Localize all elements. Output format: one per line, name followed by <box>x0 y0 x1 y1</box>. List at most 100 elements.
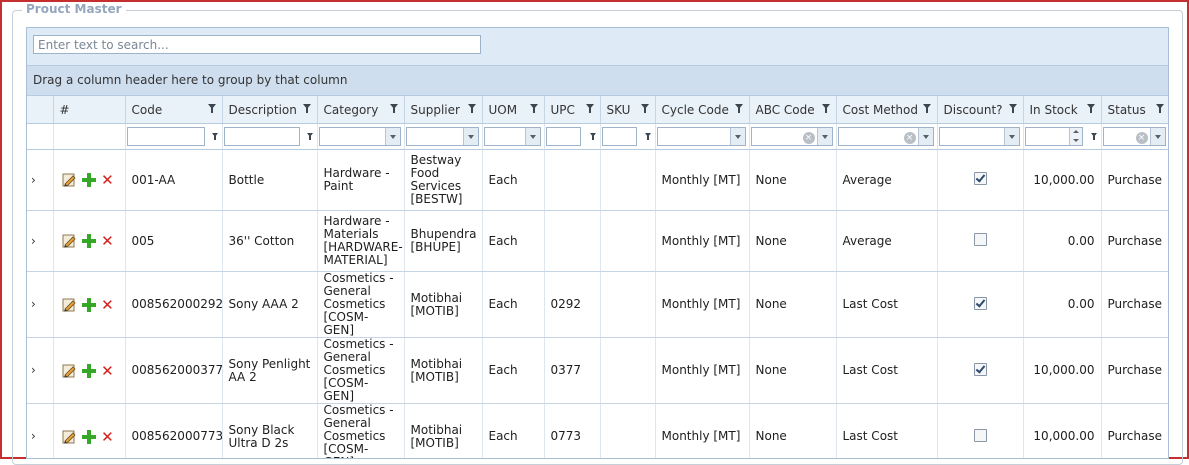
filter-icon[interactable] <box>1090 133 1097 140</box>
delete-x-icon[interactable]: ✕ <box>101 363 115 378</box>
filter-icon[interactable] <box>589 133 596 140</box>
abc-code-filter-dropdown[interactable]: × <box>750 127 833 146</box>
table-row[interactable]: › ✕ 008562000292 Sony AAA 2 Cosmetics - … <box>27 271 1168 338</box>
supplier-filter-dropdown[interactable] <box>405 127 479 146</box>
pencil-edit-icon[interactable] <box>62 364 76 378</box>
in-stock-filter-input[interactable] <box>1024 127 1083 146</box>
discount-checkbox[interactable] <box>973 362 987 376</box>
status-filter-dropdown[interactable]: × <box>1102 127 1166 146</box>
filter-icon[interactable] <box>640 104 649 113</box>
col-header-discount[interactable]: Discount? <box>937 96 1024 124</box>
table-row[interactable]: › ✕ 008562000773 Sony Black Ultra D 2s C… <box>27 403 1168 458</box>
table-row[interactable]: › ✕ 005 36'' Cotton Hardware - Materials… <box>27 210 1168 272</box>
plus-icon[interactable] <box>81 429 97 445</box>
filter-icon[interactable] <box>211 133 218 140</box>
expand-row-button[interactable]: › <box>27 403 54 458</box>
cell-upc: 0292 <box>544 271 601 338</box>
cell-upc: 0377 <box>544 337 601 404</box>
cell-abc-code: None <box>749 149 837 211</box>
clear-icon[interactable]: × <box>1135 132 1148 144</box>
cell-cycle-code: Monthly [MT] <box>655 271 750 338</box>
pencil-edit-icon[interactable] <box>62 430 76 444</box>
cell-cost-method: Last Cost <box>836 337 938 404</box>
upc-filter-input[interactable] <box>545 127 581 146</box>
col-header-description[interactable]: Description <box>222 96 318 124</box>
filter-icon[interactable] <box>821 104 830 113</box>
pencil-edit-icon[interactable] <box>62 173 76 187</box>
clear-icon[interactable]: × <box>802 132 815 144</box>
col-header-cycle-code[interactable]: Cycle Code <box>655 96 750 124</box>
cell-code: 005 <box>125 210 223 272</box>
filter-icon[interactable] <box>306 133 313 140</box>
filter-icon[interactable] <box>1086 104 1095 113</box>
expand-row-button[interactable]: › <box>27 337 54 404</box>
filter-icon[interactable] <box>467 104 476 113</box>
col-header-abc-code[interactable]: ABC Code <box>749 96 837 124</box>
filter-icon[interactable] <box>585 104 594 113</box>
col-header-supplier[interactable]: Supplier <box>404 96 483 124</box>
cycle-code-filter-dropdown[interactable] <box>656 127 746 146</box>
col-header-in-stock[interactable]: In Stock <box>1023 96 1102 124</box>
panel-title: Prouct Master <box>22 2 126 16</box>
uom-filter-dropdown[interactable] <box>483 127 541 146</box>
col-header-status[interactable]: Status <box>1101 96 1168 124</box>
cost-method-filter-dropdown[interactable]: × <box>837 127 934 146</box>
filter-icon[interactable] <box>207 104 216 113</box>
filter-icon[interactable] <box>644 133 651 140</box>
chevron-right-icon[interactable]: › <box>31 429 36 443</box>
col-header-number[interactable]: # <box>53 96 126 124</box>
filter-icon[interactable] <box>734 104 743 113</box>
group-by-panel[interactable]: Drag a column header here to group by th… <box>27 66 1168 96</box>
code-filter-input[interactable] <box>126 127 205 146</box>
filter-icon[interactable] <box>389 104 398 113</box>
pencil-edit-icon[interactable] <box>62 298 76 312</box>
filter-icon[interactable] <box>302 104 311 113</box>
plus-icon[interactable] <box>81 297 97 313</box>
col-header-uom[interactable]: UOM <box>482 96 545 124</box>
col-header-category[interactable]: Category <box>317 96 405 124</box>
filter-icon[interactable] <box>1008 104 1017 113</box>
delete-x-icon[interactable]: ✕ <box>101 173 115 188</box>
col-header-sku[interactable]: SKU <box>600 96 656 124</box>
discount-filter-dropdown[interactable] <box>938 127 1020 146</box>
plus-icon[interactable] <box>81 363 97 379</box>
pencil-edit-icon[interactable] <box>62 234 76 248</box>
filter-icon[interactable] <box>1155 104 1164 113</box>
filter-icon[interactable] <box>922 104 931 113</box>
chevron-right-icon[interactable]: › <box>31 173 36 187</box>
discount-checkbox[interactable] <box>973 296 987 310</box>
table-row[interactable]: › ✕ 001-AA Bottle Hardware - Paint Bestw… <box>27 149 1168 211</box>
table-row[interactable]: › ✕ 008562000377 Sony Penlight AA 2 Cosm… <box>27 337 1168 404</box>
discount-checkbox[interactable] <box>973 172 987 185</box>
chevron-right-icon[interactable]: › <box>31 297 36 311</box>
cell-discount <box>937 403 1024 458</box>
col-header-cost-method[interactable]: Cost Method <box>836 96 938 124</box>
delete-x-icon[interactable]: ✕ <box>101 234 115 249</box>
cell-cost-method: Average <box>836 149 938 211</box>
expand-row-button[interactable]: › <box>27 271 54 338</box>
expand-row-button[interactable]: › <box>27 149 54 211</box>
clear-icon[interactable]: × <box>903 132 916 144</box>
cell-upc <box>544 149 601 211</box>
plus-icon[interactable] <box>81 172 97 188</box>
spinner-icon[interactable] <box>1068 128 1082 145</box>
category-filter-dropdown[interactable] <box>318 127 401 146</box>
description-filter-input[interactable] <box>223 127 300 146</box>
chevron-right-icon[interactable]: › <box>31 363 36 377</box>
plus-icon[interactable] <box>81 233 97 249</box>
discount-checkbox[interactable] <box>973 428 987 442</box>
cell-abc-code: None <box>749 337 837 404</box>
cell-discount <box>937 271 1024 338</box>
delete-x-icon[interactable]: ✕ <box>101 429 115 444</box>
col-header-code[interactable]: Code <box>125 96 223 124</box>
sku-filter-input[interactable] <box>601 127 637 146</box>
delete-x-icon[interactable]: ✕ <box>101 297 115 312</box>
expand-row-button[interactable]: › <box>27 210 54 272</box>
col-header-upc[interactable]: UPC <box>544 96 601 124</box>
discount-checkbox[interactable] <box>973 233 987 246</box>
cell-supplier: Motibhai [MOTIB] <box>404 403 483 458</box>
cell-uom: Each <box>482 149 545 211</box>
filter-icon[interactable] <box>529 104 538 113</box>
search-input[interactable] <box>33 35 481 54</box>
chevron-right-icon[interactable]: › <box>31 234 36 248</box>
